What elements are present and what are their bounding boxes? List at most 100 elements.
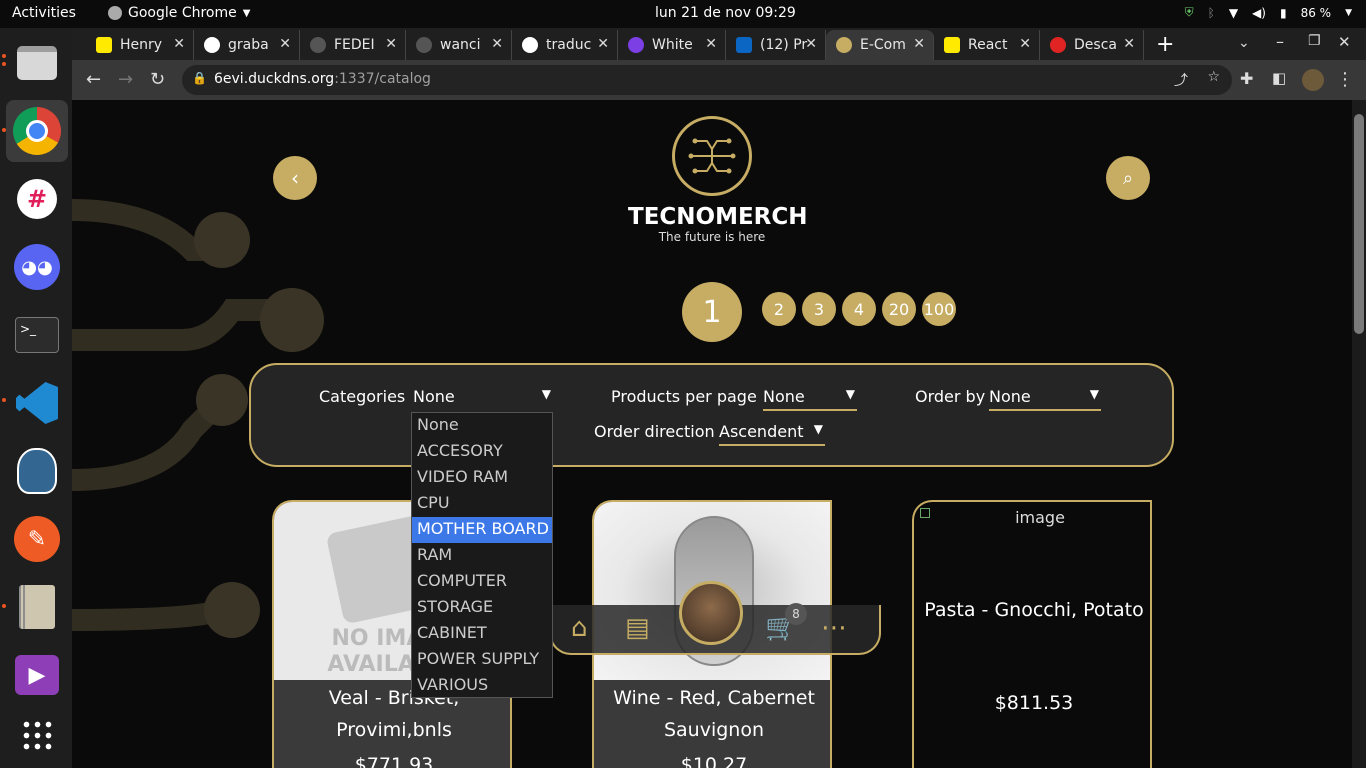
postgres-icon[interactable] <box>6 440 68 502</box>
dropdown-option[interactable]: CABINET <box>412 621 552 647</box>
close-icon[interactable]: ✕ <box>913 36 925 52</box>
chrome-icon[interactable] <box>6 100 68 162</box>
tab-white[interactable]: White ✕ <box>618 30 726 60</box>
user-avatar[interactable] <box>679 581 743 645</box>
scrollbar-thumb[interactable] <box>1354 114 1364 334</box>
dropdown-option[interactable]: VIDEO RAM <box>412 465 552 491</box>
product-card[interactable]: image Pasta - Gnocchi, Potato $811.53 <box>912 500 1152 768</box>
system-tray[interactable]: ⛨ ᛒ ▼ ◀) ▮ 86 % ▼ <box>1185 5 1352 20</box>
page-link[interactable]: 20 <box>882 292 916 326</box>
dropdown-option[interactable]: POWER SUPPLY <box>412 647 552 673</box>
order-by-select[interactable]: None ▼ <box>989 387 1101 411</box>
address-bar[interactable]: 🔒 6evi.duckdns.org:1337/catalog ⤴ ☆ <box>182 65 1232 95</box>
archive-icon[interactable] <box>6 576 68 638</box>
broken-image-alt: image <box>1015 508 1065 527</box>
app-menu[interactable]: Google Chrome ▼ <box>108 5 250 21</box>
page-link[interactable]: 3 <box>802 292 836 326</box>
chrome-menu-icon[interactable]: ⋮ <box>1336 69 1354 90</box>
categories-select[interactable]: None ▼ <box>413 387 553 411</box>
extensions-puzzle-icon[interactable]: ✚ <box>1240 69 1253 88</box>
back-button[interactable]: ‹ <box>273 156 317 200</box>
catalog-book-icon[interactable]: ▤ <box>625 613 650 643</box>
github-favicon-icon <box>416 37 432 53</box>
close-icon[interactable]: ✕ <box>1019 36 1031 52</box>
close-icon[interactable]: ✕ <box>385 36 397 52</box>
profile-avatar[interactable] <box>1302 69 1324 91</box>
vscode-icon[interactable] <box>6 372 68 434</box>
terminal-icon[interactable]: >_ <box>6 304 68 366</box>
activities-button[interactable]: Activities <box>12 5 76 21</box>
product-price: $811.53 <box>994 692 1074 714</box>
page-link[interactable]: 100 <box>922 292 956 326</box>
close-window-icon[interactable]: ✕ <box>1338 33 1351 51</box>
tab-wanci[interactable]: wanci ✕ <box>406 30 512 60</box>
order-direction-select[interactable]: Ascendent ▼ <box>719 422 825 446</box>
canva-favicon-icon <box>628 37 644 53</box>
tab-traduc[interactable]: traduc ✕ <box>512 30 618 60</box>
star-icon[interactable]: ☆ <box>1207 69 1220 85</box>
dropdown-option[interactable]: ACCESORY <box>412 439 552 465</box>
tab-strip: Henry ✕ graba ✕ FEDEI ✕ wanci ✕ traduc ✕… <box>72 28 1366 60</box>
dropdown-option[interactable]: VARIOUS <box>412 673 552 699</box>
toolbar: ← → ↻ 🔒 6evi.duckdns.org:1337/catalog ⤴ … <box>72 60 1366 100</box>
dropdown-option[interactable]: STORAGE <box>412 595 552 621</box>
postman-icon[interactable]: ✎ <box>6 508 68 570</box>
order-direction-value: Ascendent <box>719 422 804 441</box>
clock[interactable]: lun 21 de nov 09:29 <box>655 5 796 21</box>
filters-panel: Categories None ▼ Products per page None… <box>249 363 1174 467</box>
page-current[interactable]: 1 <box>682 282 742 342</box>
dropdown-option[interactable]: CPU <box>412 491 552 517</box>
brand-name: TECNOMERCH <box>628 204 808 230</box>
more-options-icon[interactable]: ⋯ <box>821 613 847 643</box>
google-favicon-icon <box>522 37 538 53</box>
brand-tagline: The future is here <box>658 230 766 244</box>
close-icon[interactable]: ✕ <box>491 36 503 52</box>
side-panel-icon[interactable]: ◧ <box>1272 69 1286 87</box>
files-icon[interactable] <box>6 32 68 94</box>
tab-fedei[interactable]: FEDEI ✕ <box>300 30 406 60</box>
tab-search-chevron-icon[interactable]: ⌄ <box>1238 35 1250 51</box>
share-icon[interactable]: ⤴ <box>1174 70 1188 90</box>
close-icon[interactable]: ✕ <box>279 36 291 52</box>
close-icon[interactable]: ✕ <box>705 36 717 52</box>
slack-icon[interactable]: # <box>6 168 68 230</box>
page-scrollbar[interactable] <box>1352 100 1366 768</box>
brand-logo <box>672 116 752 196</box>
maximize-icon[interactable]: ❐ <box>1308 33 1321 49</box>
minimize-icon[interactable]: – <box>1276 32 1284 51</box>
tab-henry[interactable]: Henry ✕ <box>86 30 194 60</box>
dropdown-option[interactable]: None <box>412 413 552 439</box>
close-icon[interactable]: ✕ <box>597 36 609 52</box>
tab-graba[interactable]: graba ✕ <box>194 30 300 60</box>
tab-desca[interactable]: Desca ✕ <box>1040 30 1144 60</box>
bluetooth-icon: ᛒ <box>1207 5 1215 20</box>
apps-grid-icon[interactable] <box>6 704 68 766</box>
chevron-down-icon: ▼ <box>845 387 855 401</box>
chevron-down-icon: ▼ <box>813 422 823 436</box>
dropdown-option[interactable]: RAM <box>412 543 552 569</box>
order-direction-label: Order direction <box>594 422 715 441</box>
page-link[interactable]: 4 <box>842 292 876 326</box>
search-button[interactable]: ⌕ <box>1106 156 1150 200</box>
power-menu-icon: ▼ <box>1345 7 1352 18</box>
back-arrow-icon[interactable]: ← <box>86 69 101 90</box>
tab-linkedin[interactable]: (12) Pr ✕ <box>726 30 826 60</box>
dropdown-option[interactable]: COMPUTER <box>412 569 552 595</box>
video-player-icon[interactable]: ▶ <box>6 644 68 706</box>
per-page-select[interactable]: None ▼ <box>763 387 857 411</box>
forward-arrow-icon[interactable]: → <box>118 69 133 90</box>
order-by-label: Order by <box>915 387 986 406</box>
close-icon[interactable]: ✕ <box>1123 36 1135 52</box>
url-host: 6evi.duckdns.org <box>214 71 335 87</box>
home-icon[interactable]: ⌂ <box>571 613 588 643</box>
close-icon[interactable]: ✕ <box>173 36 185 52</box>
tab-react[interactable]: React ✕ <box>934 30 1040 60</box>
new-tab-plus-icon[interactable]: + <box>1156 32 1174 57</box>
page-link[interactable]: 2 <box>762 292 796 326</box>
battery-level: 86 % <box>1300 5 1332 20</box>
discord-icon[interactable]: ◕◕ <box>6 236 68 298</box>
tab-ecommerce[interactable]: E-Com ✕ <box>826 30 934 60</box>
reload-icon[interactable]: ↻ <box>150 69 165 90</box>
close-icon[interactable]: ✕ <box>805 36 817 52</box>
dropdown-option[interactable]: MOTHER BOARD <box>412 517 552 543</box>
